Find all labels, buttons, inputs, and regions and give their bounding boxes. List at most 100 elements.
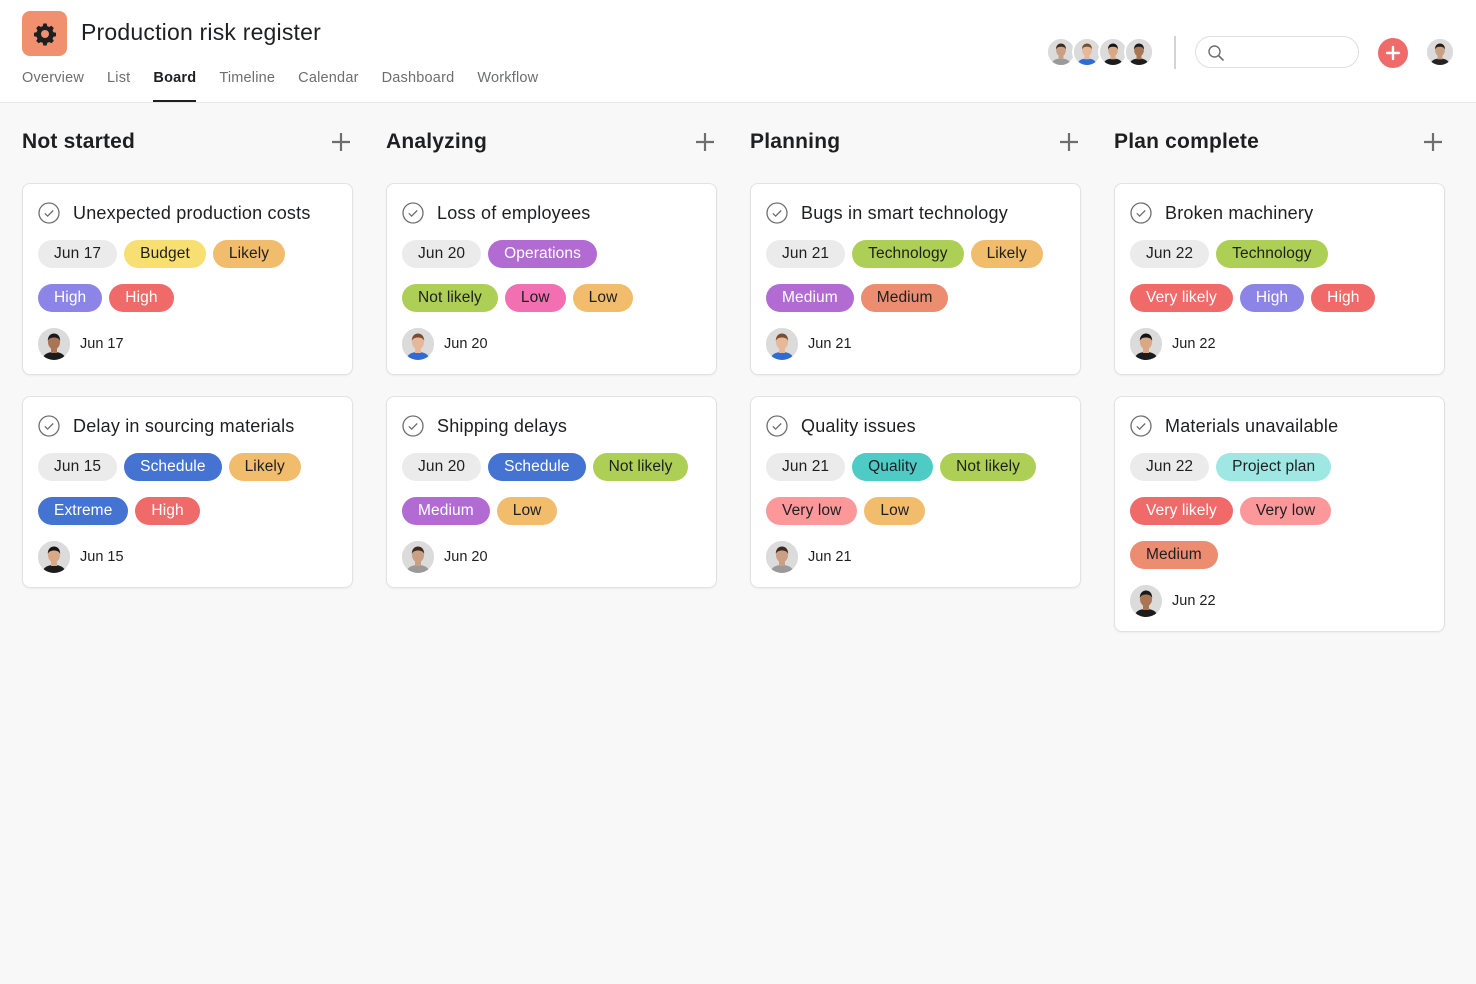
custom-field-tag[interactable]: Budget <box>124 240 206 268</box>
custom-field-tag[interactable]: Likely <box>228 453 301 481</box>
date-tag[interactable]: Jun 15 <box>38 453 118 481</box>
search-input[interactable] <box>1230 42 1350 62</box>
task-card[interactable]: Bugs in smart technology Jun 21 Technology… <box>750 183 1081 375</box>
date-tag[interactable]: Jun 22 <box>1130 453 1210 481</box>
custom-field-tag[interactable]: Technology <box>1216 240 1328 268</box>
custom-field-tag[interactable]: High <box>38 284 103 312</box>
task-card[interactable]: Shipping delays Jun 20 Schedule Not likely M… <box>386 396 717 588</box>
custom-field-tag[interactable]: High <box>1239 284 1305 312</box>
custom-field-tag[interactable]: High <box>135 497 200 525</box>
custom-field-tag[interactable]: Medium <box>1130 541 1218 569</box>
custom-field-tag[interactable]: Not likely <box>402 284 498 312</box>
tab-calendar[interactable]: Calendar <box>298 70 358 102</box>
date-tag[interactable]: Jun 22 <box>1130 240 1210 268</box>
custom-field-tag[interactable]: Not likely <box>592 453 689 481</box>
tab-timeline[interactable]: Timeline <box>219 70 275 102</box>
assignee-avatar[interactable] <box>402 328 434 360</box>
due-date[interactable]: Jun 21 <box>808 549 852 565</box>
custom-field-tag[interactable]: Low <box>496 497 558 525</box>
date-tag[interactable]: Jun 17 <box>38 240 118 268</box>
complete-checkmark-icon[interactable] <box>402 415 424 437</box>
complete-checkmark-icon[interactable] <box>38 415 60 437</box>
date-tag[interactable]: Jun 20 <box>402 453 482 481</box>
tab-board[interactable]: Board <box>153 70 197 102</box>
custom-field-tag[interactable]: Medium <box>402 497 490 525</box>
due-date[interactable]: Jun 15 <box>80 549 124 565</box>
due-date[interactable]: Jun 22 <box>1172 593 1216 609</box>
tag-row: Jun 22 Technology <box>1130 240 1430 268</box>
complete-checkmark-icon[interactable] <box>766 415 788 437</box>
tag-row: Medium Medium <box>766 284 1066 312</box>
assignee-avatar[interactable] <box>38 541 70 573</box>
assignee-avatar[interactable] <box>402 541 434 573</box>
custom-field-tag[interactable]: High <box>1311 284 1376 312</box>
quick-add-button[interactable] <box>1378 38 1408 68</box>
date-tag[interactable]: Jun 21 <box>766 453 846 481</box>
task-card[interactable]: Broken machinery Jun 22 Technology Very lik… <box>1114 183 1445 375</box>
date-tag[interactable]: Jun 20 <box>402 240 482 268</box>
complete-checkmark-icon[interactable] <box>402 202 424 224</box>
column-header: Analyzing <box>386 122 717 162</box>
assignee-avatar[interactable] <box>1130 585 1162 617</box>
due-date[interactable]: Jun 20 <box>444 336 488 352</box>
custom-field-tag[interactable]: Schedule <box>488 453 586 481</box>
custom-field-tag[interactable]: Very likely <box>1130 284 1233 312</box>
complete-checkmark-icon[interactable] <box>1130 202 1152 224</box>
custom-field-tag[interactable]: Quality <box>852 453 934 481</box>
task-card[interactable]: Loss of employees Jun 20 Operations Not lik… <box>386 183 717 375</box>
tab-list[interactable]: List <box>107 70 130 102</box>
tab-workflow[interactable]: Workflow <box>477 70 538 102</box>
search-box[interactable] <box>1195 36 1359 68</box>
current-user-avatar[interactable] <box>1425 37 1455 72</box>
card-title-row: Quality issues <box>766 413 1066 439</box>
member-avatar[interactable] <box>1124 37 1154 67</box>
assignee-avatar[interactable] <box>766 328 798 360</box>
custom-field-tag[interactable]: Low <box>572 284 634 312</box>
task-card[interactable]: Delay in sourcing materials Jun 15 Schedul… <box>22 396 353 588</box>
custom-field-tag[interactable]: Operations <box>488 240 597 268</box>
task-card[interactable]: Materials unavailable Jun 22 Project plan V… <box>1114 396 1445 632</box>
view-tabs: Overview List Board Timeline Calendar Dashboa… <box>22 70 561 102</box>
due-date[interactable]: Jun 21 <box>808 336 852 352</box>
custom-field-tag[interactable]: Likely <box>970 240 1043 268</box>
custom-field-tag[interactable]: Technology <box>852 240 964 268</box>
assignee-avatar[interactable] <box>1130 328 1162 360</box>
due-date[interactable]: Jun 20 <box>444 549 488 565</box>
due-date[interactable]: Jun 17 <box>80 336 124 352</box>
board-column: Not started Unexpected production costs Ju… <box>22 122 353 653</box>
custom-field-tag[interactable]: Medium <box>766 284 854 312</box>
complete-checkmark-icon[interactable] <box>1130 415 1152 437</box>
tab-overview[interactable]: Overview <box>22 70 84 102</box>
card-title: Loss of employees <box>437 202 591 223</box>
custom-field-tag[interactable]: Not likely <box>940 453 1036 481</box>
custom-field-tag[interactable]: High <box>109 284 174 312</box>
custom-field-tag[interactable]: Schedule <box>124 453 222 481</box>
custom-field-tag[interactable]: Likely <box>212 240 286 268</box>
custom-field-tag[interactable]: Very likely <box>1130 497 1233 525</box>
project-icon[interactable] <box>22 11 67 56</box>
add-task-button[interactable] <box>329 130 353 154</box>
custom-field-tag[interactable]: Project plan <box>1216 453 1332 481</box>
assignee-avatar[interactable] <box>38 328 70 360</box>
complete-checkmark-icon[interactable] <box>38 202 60 224</box>
custom-field-tag[interactable]: Very low <box>766 497 858 525</box>
custom-field-tag[interactable]: Very low <box>1239 497 1332 525</box>
add-task-button[interactable] <box>1057 130 1081 154</box>
custom-field-tag[interactable]: Medium <box>860 284 949 312</box>
tab-dashboard[interactable]: Dashboard <box>382 70 455 102</box>
assignee-avatar[interactable] <box>766 541 798 573</box>
task-card[interactable]: Quality issues Jun 21 Quality Not likely Ver… <box>750 396 1081 588</box>
column-header: Plan complete <box>1114 122 1445 162</box>
due-date[interactable]: Jun 22 <box>1172 336 1216 352</box>
custom-field-tag[interactable]: Extreme <box>38 497 129 525</box>
complete-checkmark-icon[interactable] <box>766 202 788 224</box>
gear-icon <box>33 23 56 45</box>
project-members[interactable] <box>1046 37 1154 67</box>
add-task-button[interactable] <box>1421 130 1445 154</box>
add-task-button[interactable] <box>693 130 717 154</box>
tag-row: Very likely High High <box>1130 284 1430 312</box>
custom-field-tag[interactable]: Low <box>864 497 926 525</box>
task-card[interactable]: Unexpected production costs Jun 17 Budget L… <box>22 183 353 375</box>
date-tag[interactable]: Jun 21 <box>766 240 846 268</box>
custom-field-tag[interactable]: Low <box>504 284 566 312</box>
